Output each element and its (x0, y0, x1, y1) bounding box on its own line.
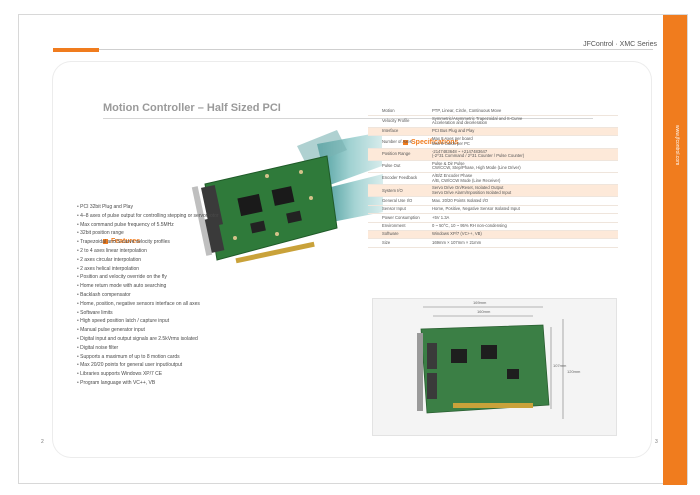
header-rule (53, 49, 653, 50)
spec-name: Position Range (368, 148, 430, 161)
feature-item: Max command pulse frequency of 5.5MHz (77, 221, 317, 230)
feature-item: Manual pulse generator input (77, 326, 317, 335)
spec-row: Position Range -2147483648 ~ +2147483647(… (368, 148, 618, 161)
page-title: Motion Controller – Half Sized PCI (103, 102, 281, 114)
spec-row: Velocity Profile Symmetric/Asymmetric Tra… (368, 115, 618, 129)
feature-item: High speed position latch / capture inpu… (77, 317, 317, 326)
spec-name: Size (368, 238, 430, 248)
dimension-height: 107mm (553, 363, 567, 368)
spec-row: Power Consumption +5V 1.3A (368, 213, 618, 223)
catalog-page: www.jfcontrol.com JFControl · XMC Series… (0, 0, 700, 495)
spec-value-line: PCI Bus Plug and Play (432, 128, 475, 134)
feature-item: Home return mode with auto searching (77, 282, 317, 291)
side-tab: www.jfcontrol.com (663, 15, 687, 485)
spec-value-line: 169mm × 107mm × 21mm (432, 239, 482, 245)
feature-item: Digital input and output signals are 2.5… (77, 335, 317, 344)
spec-value-line: 0 ~ 50°C, 10 ~ 95% RH non-condensing (432, 222, 507, 228)
feature-item: 32bit position range (77, 229, 317, 238)
spec-value-line: Max. 20/20 Points Isolated I/O (432, 197, 489, 203)
header-accent-bar (53, 48, 99, 52)
spec-name: Interface (368, 127, 430, 137)
page-frame: www.jfcontrol.com JFControl · XMC Series… (18, 14, 688, 485)
spec-value: Max 8 Axes per board Max 8 Cards per PC (430, 135, 618, 149)
spec-row: Software Windows XP/7 (VC++, VB) (368, 230, 618, 240)
spec-row: System I/O Servo Drive On/Reset, Isolated… (368, 184, 618, 198)
spec-value-line: Acceleration and deceleration (432, 120, 488, 126)
feature-item: Supports a maximum of up to 8 motion car… (77, 353, 317, 362)
spec-value-line: Servo Drive Alarm/Inposition Isolated In… (432, 189, 512, 195)
spec-name: General Use I/O (368, 196, 430, 206)
spec-value-line: CW/CCW, Step/Phase, High Mode (Line Driv… (432, 165, 521, 171)
spec-value-line: A/B, CW/CCW Mode (Line Receiver) (432, 177, 501, 183)
spec-value-line: +5V 1.3A (432, 214, 450, 220)
spec-row: Encoder Feedback A/B/Z Encoder Phase A/B, … (368, 172, 618, 186)
feature-item: Program language with VC++, VB (77, 379, 317, 388)
dimension-inner-width: 160mm (477, 309, 491, 314)
side-tab-label: www.jfcontrol.com (674, 125, 680, 166)
spec-name: Pulse Out (368, 160, 430, 174)
spec-value-line: (-2^31 Command / 2^31 Counter / Pulse Co… (432, 153, 525, 159)
feature-item: Backlash compensator (77, 291, 317, 300)
spec-value: 0 ~ 50°C, 10 ~ 95% RH non-condensing (430, 222, 618, 231)
feature-item: Libraries supports Windows XP/7 CE (77, 370, 317, 379)
feature-item: Max 20/20 points for general user input/… (77, 361, 317, 370)
spec-value: A/B/Z Encoder Phase A/B, CW/CCW Mode (Lin… (430, 172, 618, 186)
spec-value: Windows XP/7 (VC++, VB) (430, 230, 618, 240)
spec-name: Environment (368, 222, 430, 231)
spec-value: 169mm × 107mm × 21mm (430, 238, 618, 248)
spec-name: Power Consumption (368, 213, 430, 223)
spec-value: -2147483648 ~ +2147483647 (-2^31 Command … (430, 148, 618, 161)
spec-value: PCI Bus Plug and Play (430, 127, 618, 137)
feature-item: 4–8 axes of pulse output for controlling… (77, 212, 317, 221)
spec-value-line: PTP, Linear, Circle, Continuous Move (432, 107, 502, 113)
spec-value-line: Home, Positive, Negative Sensor Isolated… (432, 206, 520, 212)
dimension-bracket: 120mm (567, 369, 581, 374)
spec-row: General Use I/O Max. 20/20 Points Isolate… (368, 196, 618, 206)
feature-item: Home, position, negative sensors interfa… (77, 300, 317, 309)
feature-item: 2 to 4 axes linear interpolation (77, 247, 317, 256)
spec-row: Number of Axes Max 8 Axes per board Max 8 … (368, 135, 618, 149)
feature-item: Software limits (77, 309, 317, 318)
spec-row: Environment 0 ~ 50°C, 10 ~ 95% RH non-con… (368, 222, 618, 231)
spec-row: Sensor Input Home, Positive, Negative Sen… (368, 205, 618, 215)
spec-row: Size 169mm × 107mm × 21mm (368, 238, 618, 248)
spec-value: Home, Positive, Negative Sensor Isolated… (430, 205, 618, 215)
page-number-right: 3 (655, 439, 658, 445)
spec-name: Encoder Feedback (368, 172, 430, 186)
spec-row: Interface PCI Bus Plug and Play (368, 127, 618, 137)
feature-item: 2 axes helical interpolation (77, 265, 317, 274)
feature-item: Digital noise filter (77, 344, 317, 353)
spec-value: +5V 1.3A (430, 213, 618, 223)
spec-value-line: Windows XP/7 (VC++, VB) (432, 231, 482, 237)
spec-name: Motion (368, 107, 430, 116)
spec-row: Motion PTP, Linear, Circle, Continuous Mo… (368, 107, 618, 116)
spec-value-line: Max 8 Cards per PC (432, 141, 470, 147)
spec-value: Max. 20/20 Points Isolated I/O (430, 196, 618, 206)
specifications-table: Motion PTP, Linear, Circle, Continuous Mo… (368, 107, 618, 248)
spec-value: Symmetric/Asymmetric Trapezoidal and S-C… (430, 115, 618, 129)
spec-name: Velocity Profile (368, 115, 430, 129)
spec-name: Software (368, 230, 430, 240)
dimension-total-width: 169mm (473, 300, 487, 305)
series-title: JFControl · XMC Series (583, 41, 657, 48)
spec-name: Number of Axes (368, 135, 430, 149)
spec-value: PTP, Linear, Circle, Continuous Move (430, 107, 618, 116)
spec-value: Servo Drive On/Reset, Isolated Output Ser… (430, 184, 618, 198)
dimension-graphic (417, 306, 564, 419)
feature-item: Position and velocity override on the fl… (77, 273, 317, 282)
features-list: PCI 32bit Plug and Play4–8 axes of pulse… (77, 203, 317, 388)
feature-item: Trapezoidal and S-curve velocity profile… (77, 238, 317, 247)
feature-item: PCI 32bit Plug and Play (77, 203, 317, 212)
feature-item: 2 axes circular interpolation (77, 256, 317, 265)
spec-name: System I/O (368, 184, 430, 198)
spec-value: Pulse & Dir Pulse CW/CCW, Step/Phase, Hig… (430, 160, 618, 174)
spec-name: Sensor Input (368, 205, 430, 215)
page-number-left: 2 (41, 439, 44, 445)
spec-row: Pulse Out Pulse & Dir Pulse CW/CCW, Step/P… (368, 160, 618, 174)
dimension-drawing: 169mm 160mm 107mm 120mm (372, 298, 617, 436)
